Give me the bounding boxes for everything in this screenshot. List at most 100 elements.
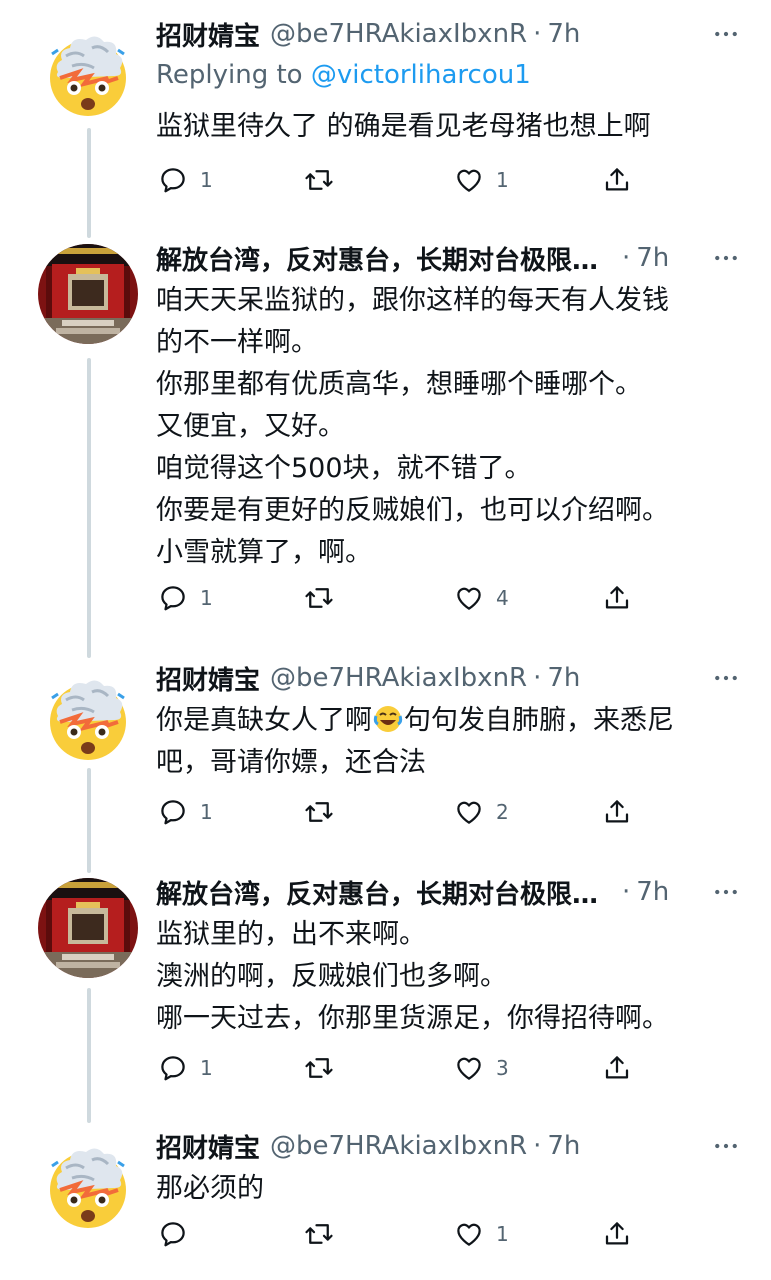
timestamp[interactable]: 7h	[547, 1131, 580, 1161]
replying-to-label: Replying to	[156, 60, 311, 90]
more-options-button[interactable]	[711, 872, 741, 912]
reply-button[interactable]: 1	[158, 160, 213, 200]
tweet-actions: 1 2	[158, 792, 638, 832]
exploding-head-emoji-icon	[38, 664, 138, 764]
timestamp[interactable]: 7h	[636, 243, 669, 273]
more-options-button[interactable]	[711, 1126, 741, 1166]
timestamp[interactable]: 7h	[547, 19, 580, 49]
reply-icon	[158, 165, 188, 195]
display-name[interactable]: 解放台湾，反对惠台，长期对台极限施压	[156, 240, 616, 277]
retweet-icon	[304, 1219, 334, 1249]
more-icon	[711, 243, 741, 273]
reply-button[interactable]: 1	[158, 792, 213, 832]
share-icon	[602, 583, 632, 613]
like-count: 4	[496, 586, 509, 610]
like-count: 2	[496, 800, 509, 824]
like-button[interactable]: 4	[454, 578, 509, 618]
reply-icon	[158, 797, 188, 827]
tweet-actions: 1 1	[158, 160, 638, 200]
tweet-header: 解放台湾，反对惠台，长期对台极限施压 · 7h	[156, 238, 741, 278]
reply-button[interactable]: 1	[158, 1048, 213, 1088]
separator-dot: ·	[622, 877, 631, 907]
face-with-tears-of-joy-icon	[373, 704, 403, 734]
retweet-button[interactable]	[304, 1048, 346, 1088]
reply-count: 1	[200, 800, 213, 824]
more-options-button[interactable]	[711, 238, 741, 278]
exploding-head-emoji-icon	[38, 1132, 138, 1232]
share-button[interactable]	[602, 792, 632, 832]
tweet-actions: 1 4	[158, 578, 638, 618]
like-count: 1	[496, 168, 509, 192]
tweet[interactable]: 招财婧宝 @be7HRAkiaxIbxnR · 7h Replying to @…	[0, 0, 771, 230]
share-button[interactable]	[602, 578, 632, 618]
retweet-button[interactable]	[304, 578, 346, 618]
tweet-text: 你是真缺女人了啊 句句发自肺腑，来悉尼 吧，哥请你嫖，还合法	[156, 700, 746, 784]
retweet-button[interactable]	[304, 792, 346, 832]
like-button[interactable]: 3	[454, 1048, 509, 1088]
share-button[interactable]	[602, 160, 632, 200]
retweet-icon	[304, 583, 334, 613]
avatar[interactable]	[38, 20, 138, 120]
avatar[interactable]	[38, 1132, 138, 1232]
reply-button[interactable]	[158, 1214, 200, 1254]
tweet-header: 解放台湾，反对惠台，长期对台极限施压 · 7h	[156, 872, 741, 912]
tweet[interactable]: 解放台湾，反对惠台，长期对台极限施压 · 7h 监狱里的，出不来啊。 澳洲的啊，…	[0, 870, 771, 1120]
share-icon	[602, 165, 632, 195]
like-button[interactable]: 2	[454, 792, 509, 832]
more-options-button[interactable]	[711, 658, 741, 698]
timestamp[interactable]: 7h	[547, 663, 580, 693]
like-count: 3	[496, 1056, 509, 1080]
tweet-text: 监狱里待久了 的确是看见老母猪也想上啊	[156, 111, 651, 142]
heart-icon	[454, 1053, 484, 1083]
like-button[interactable]: 1	[454, 1214, 509, 1254]
separator-dot: ·	[533, 19, 542, 49]
retweet-button[interactable]	[304, 160, 346, 200]
user-handle[interactable]: @be7HRAkiaxIbxnR	[270, 1131, 527, 1161]
heart-icon	[454, 1219, 484, 1249]
tweet[interactable]: 招财婧宝 @be7HRAkiaxIbxnR · 7h 那必须的 1	[0, 1120, 771, 1280]
tweet-text-part: 你是真缺女人了啊	[156, 705, 372, 736]
heart-icon	[454, 165, 484, 195]
display-name[interactable]: 解放台湾，反对惠台，长期对台极限施压	[156, 874, 616, 911]
share-icon	[602, 1219, 632, 1249]
tweet[interactable]: 招财婧宝 @be7HRAkiaxIbxnR · 7h 你是真缺女人了啊 句句发自肺…	[0, 650, 771, 870]
reply-button[interactable]: 1	[158, 578, 213, 618]
tweet[interactable]: 解放台湾，反对惠台，长期对台极限施压 · 7h 咱天天呆监狱的，跟你这样的每天有…	[0, 230, 771, 650]
tweet-actions: 1	[158, 1214, 638, 1254]
retweet-button[interactable]	[304, 1214, 346, 1254]
tweet-header: 招财婧宝 @be7HRAkiaxIbxnR · 7h	[156, 658, 741, 698]
share-icon	[602, 1053, 632, 1083]
tweet-text: 那必须的	[156, 1173, 264, 1204]
display-name[interactable]: 招财婧宝	[156, 1128, 260, 1165]
tweet-header: 招财婧宝 @be7HRAkiaxIbxnR · 7h	[156, 14, 741, 54]
reply-icon	[158, 1053, 188, 1083]
reply-icon	[158, 583, 188, 613]
display-name[interactable]: 招财婧宝	[156, 660, 260, 697]
share-icon	[602, 797, 632, 827]
more-options-button[interactable]	[711, 14, 741, 54]
tweet-actions: 1 3	[158, 1048, 638, 1088]
separator-dot: ·	[533, 663, 542, 693]
like-count: 1	[496, 1222, 509, 1246]
retweet-icon	[304, 1053, 334, 1083]
user-handle[interactable]: @be7HRAkiaxIbxnR	[270, 663, 527, 693]
more-icon	[711, 19, 741, 49]
like-button[interactable]: 1	[454, 160, 509, 200]
avatar[interactable]	[38, 244, 138, 344]
tweet-text: 监狱里的，出不来啊。 澳洲的啊，反贼娘们也多啊。 哪一天过去，你那里货源足，你得…	[156, 919, 669, 1034]
separator-dot: ·	[533, 1131, 542, 1161]
red-palace-gate-avatar-icon	[38, 878, 138, 978]
tweet-text: 咱天天呆监狱的，跟你这样的每天有人发钱 的不一样啊。 你那里都有优质高华，想睡哪…	[156, 285, 669, 568]
share-button[interactable]	[602, 1048, 632, 1088]
avatar[interactable]	[38, 878, 138, 978]
user-handle[interactable]: @be7HRAkiaxIbxnR	[270, 19, 527, 49]
avatar[interactable]	[38, 664, 138, 764]
separator-dot: ·	[622, 243, 631, 273]
tweet-header: 招财婧宝 @be7HRAkiaxIbxnR · 7h	[156, 1126, 741, 1166]
reply-count: 1	[200, 168, 213, 192]
display-name[interactable]: 招财婧宝	[156, 16, 260, 53]
share-button[interactable]	[602, 1214, 632, 1254]
more-icon	[711, 877, 741, 907]
timestamp[interactable]: 7h	[636, 877, 669, 907]
mention-link[interactable]: @victorliharcou1	[311, 60, 531, 90]
